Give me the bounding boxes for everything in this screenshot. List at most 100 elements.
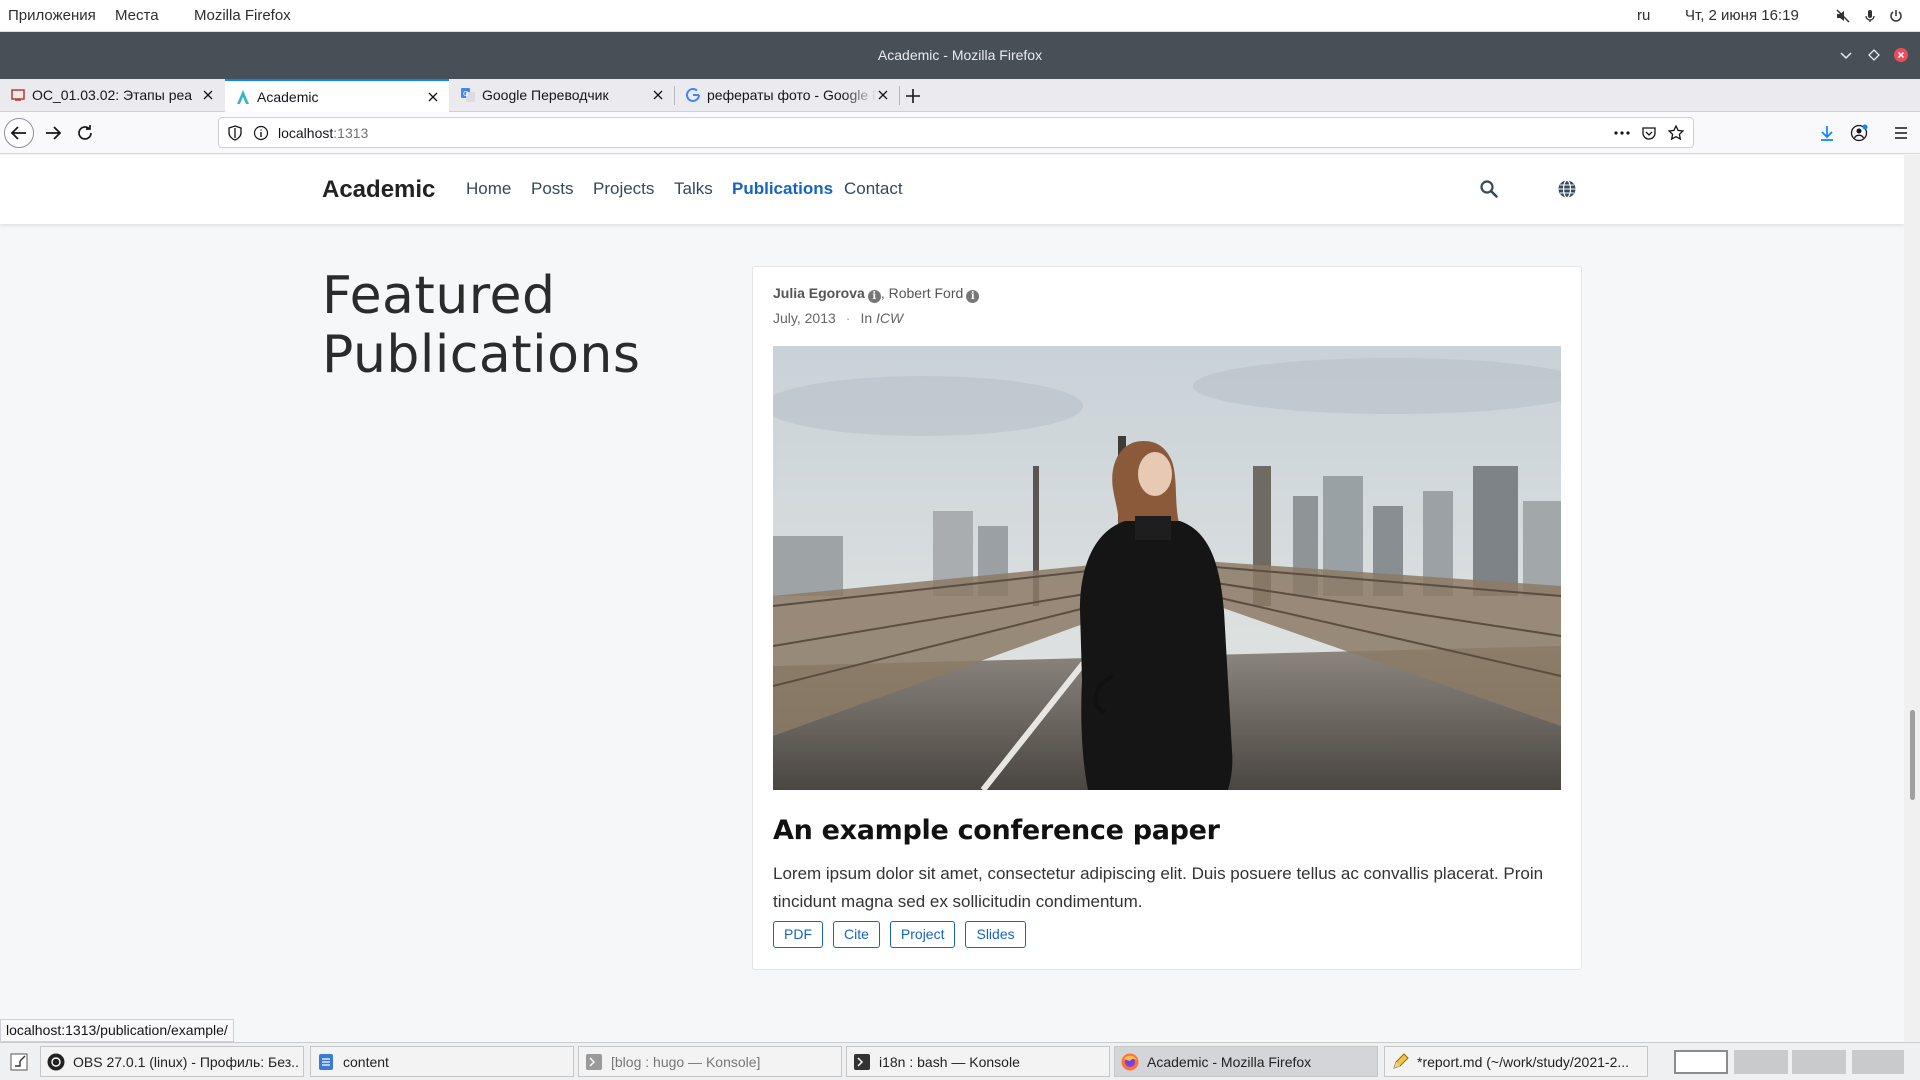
workspace-2[interactable] <box>1734 1050 1788 1074</box>
page-scrollbar[interactable] <box>1904 155 1920 1042</box>
site-info-icon[interactable] <box>253 125 269 141</box>
close-tab-icon[interactable] <box>875 87 891 103</box>
scrollbar-thumb[interactable] <box>1910 710 1915 800</box>
author-link[interactable]: Julia Egorova <box>773 285 865 301</box>
terminal-icon <box>854 1054 870 1070</box>
file-manager-icon <box>319 1054 333 1070</box>
project-button[interactable]: Project <box>889 921 956 948</box>
cite-button[interactable]: Cite <box>833 921 880 948</box>
microphone-icon[interactable] <box>1862 8 1878 24</box>
url-bar[interactable]: localhost:1313 <box>218 117 1694 148</box>
task-label: OBS 27.0.1 (linux) - Профиль: Без... <box>73 1054 299 1070</box>
task-obs[interactable]: OBS 27.0.1 (linux) - Профиль: Без... <box>40 1046 304 1077</box>
forward-button[interactable] <box>38 118 68 148</box>
url-port: :1313 <box>333 125 369 141</box>
reload-button[interactable] <box>70 118 100 148</box>
bookmark-star-icon[interactable] <box>1667 124 1685 142</box>
tab-strip: ОС_01.03.02: Этапы реали Academic G Goog… <box>0 79 1920 113</box>
publication-date: July, 2013 <box>773 310 836 326</box>
tab-label: ОС_01.03.02: Этапы реали <box>32 87 192 103</box>
pocket-icon[interactable] <box>1641 125 1657 141</box>
nav-publications[interactable]: Publications <box>732 179 833 199</box>
tab-separator <box>674 86 675 105</box>
speaker-muted-icon[interactable] <box>1835 8 1851 24</box>
taskbar: OBS 27.0.1 (linux) - Профиль: Без... con… <box>0 1042 1920 1080</box>
author-info-icon[interactable]: i <box>867 290 881 303</box>
status-bar-url: localhost:1313/publication/example/ <box>0 1019 234 1042</box>
featured-publications-heading: Featured Publications <box>322 266 641 385</box>
slides-button[interactable]: Slides <box>965 921 1026 948</box>
bridge-photo <box>773 346 1561 790</box>
task-firefox[interactable]: Academic - Mozilla Firefox <box>1114 1046 1378 1077</box>
top-panel: Приложения Места Mozilla Firefox ru Чт, … <box>0 0 1920 32</box>
window-titlebar[interactable]: Academic - Mozilla Firefox <box>0 32 1920 79</box>
page-actions-ellipsis-icon[interactable] <box>1613 125 1631 141</box>
publication-venue: ICW <box>876 310 904 326</box>
active-app-label[interactable]: Mozilla Firefox <box>194 7 291 24</box>
terminal-icon <box>586 1054 602 1070</box>
tab-label: Academic <box>257 89 319 105</box>
task-report-editor[interactable]: *report.md (~/work/study/2021-2... <box>1384 1046 1648 1077</box>
new-tab-plus-icon[interactable] <box>904 87 922 105</box>
task-label: [blog : hugo — Konsole] <box>611 1054 761 1070</box>
maximize-diamond-icon[interactable] <box>1866 47 1882 63</box>
dark-mode-moon-icon[interactable] <box>1518 179 1538 199</box>
downloads-icon[interactable] <box>1818 124 1836 142</box>
tab-label: рефераты фото - Google Поиск <box>707 87 877 103</box>
tab-academic[interactable]: Academic <box>225 79 449 113</box>
svg-text:G: G <box>463 90 468 98</box>
tab-google-translate[interactable]: G Google Переводчик <box>450 79 674 112</box>
publication-meta: July, 2013 · In ICW <box>773 310 903 326</box>
meta-separator: · <box>845 310 851 326</box>
close-tab-icon[interactable] <box>650 87 666 103</box>
nav-posts[interactable]: Posts <box>531 179 574 199</box>
close-tab-icon[interactable] <box>425 89 441 105</box>
tracking-shield-icon[interactable] <box>227 125 243 141</box>
task-konsole-blog[interactable]: [blog : hugo — Konsole] <box>578 1046 842 1077</box>
obs-icon <box>47 1053 65 1071</box>
language-globe-icon[interactable] <box>1557 179 1577 199</box>
nav-home[interactable]: Home <box>466 179 511 199</box>
task-konsole-i18n[interactable]: i18n : bash — Konsole <box>846 1046 1110 1077</box>
workspace-3[interactable] <box>1792 1050 1846 1074</box>
power-icon[interactable] <box>1888 8 1904 24</box>
keyboard-layout-indicator[interactable]: ru <box>1637 7 1650 24</box>
site-brand[interactable]: Academic <box>322 176 435 204</box>
nav-projects[interactable]: Projects <box>593 179 654 199</box>
url-text[interactable]: localhost:1313 <box>278 125 368 141</box>
show-desktop-icon[interactable] <box>10 1053 28 1071</box>
workspace-1[interactable] <box>1674 1050 1728 1074</box>
task-label: Academic - Mozilla Firefox <box>1147 1054 1312 1070</box>
applications-menu[interactable]: Приложения <box>8 7 96 24</box>
tab-google-search[interactable]: рефераты фото - Google Поиск <box>675 79 899 112</box>
task-content[interactable]: content <box>310 1046 574 1077</box>
firefox-icon <box>1121 1053 1139 1071</box>
author-link[interactable]: Robert Ford <box>889 285 964 301</box>
close-window-icon[interactable] <box>1893 47 1909 63</box>
pdf-button[interactable]: PDF <box>773 921 823 948</box>
academic-favicon-icon <box>237 90 249 104</box>
text-editor-pencil-icon <box>1393 1053 1409 1069</box>
hamburger-menu-icon[interactable] <box>1892 124 1910 142</box>
publication-title[interactable]: An example conference paper <box>773 815 1220 846</box>
course-favicon-icon <box>11 89 25 101</box>
in-label: In <box>860 310 873 326</box>
nav-talks[interactable]: Talks <box>674 179 713 199</box>
nav-contact[interactable]: Contact <box>844 179 903 199</box>
author-info-icon[interactable]: i <box>966 290 980 303</box>
back-button[interactable] <box>4 118 34 148</box>
account-icon[interactable] <box>1850 124 1868 142</box>
search-icon[interactable] <box>1479 179 1499 199</box>
places-menu[interactable]: Места <box>115 7 159 24</box>
minimize-chevron-icon[interactable] <box>1838 47 1854 63</box>
workspace-4[interactable] <box>1852 1050 1904 1074</box>
tab-label: Google Переводчик <box>482 87 609 103</box>
task-label: content <box>343 1054 389 1070</box>
reload-icon <box>78 125 92 140</box>
tab-oc-course[interactable]: ОС_01.03.02: Этапы реали <box>0 79 224 112</box>
navigation-toolbar: localhost:1313 <box>0 112 1920 154</box>
clock[interactable]: Чт, 2 июня 16:19 <box>1685 7 1799 24</box>
featured-image[interactable] <box>773 346 1561 790</box>
publication-card: Julia Egorova i, Robert Ford i July, 2013 ·… <box>752 266 1582 970</box>
close-tab-icon[interactable] <box>200 87 216 103</box>
